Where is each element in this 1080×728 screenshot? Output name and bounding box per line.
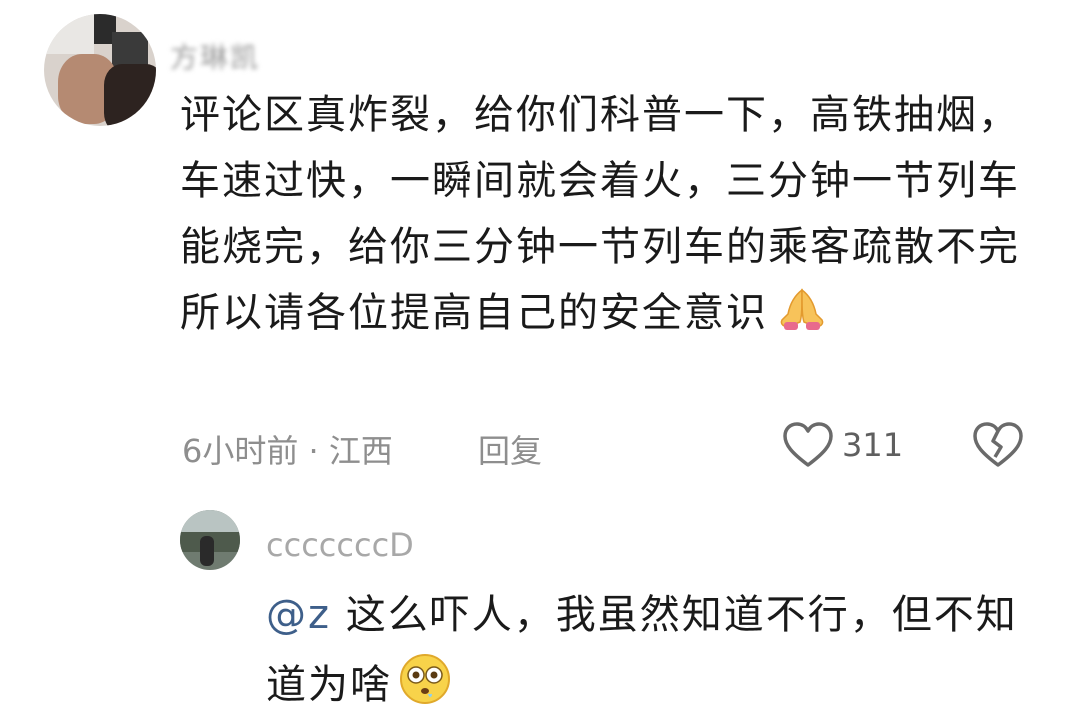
time-location: 6小时前 · 江西 xyxy=(182,432,393,470)
comment-body: 评论区真炸裂，给你们科普一下，高铁抽烟，车速过快，一瞬间就会着火，三分钟一节列车… xyxy=(180,92,1020,336)
comment-text: 评论区真炸裂，给你们科普一下，高铁抽烟，车速过快，一瞬间就会着火，三分钟一节列车… xyxy=(180,82,1020,352)
avatar[interactable] xyxy=(44,14,156,126)
reply-text: @z 这么吓人，我虽然知道不行，但不知道为啥 xyxy=(266,580,1046,728)
username-reply[interactable]: cccccccD xyxy=(266,526,414,564)
reply-body: 这么吓人，我虽然知道不行，但不知道为啥 xyxy=(266,592,1018,708)
heart-icon[interactable] xyxy=(782,421,834,473)
avatar[interactable] xyxy=(180,510,240,570)
mention-link[interactable]: @z xyxy=(266,592,331,638)
flushed-face-icon xyxy=(398,652,452,728)
username-main[interactable]: 方琳凯 xyxy=(170,36,260,76)
reply-button[interactable]: 回复 xyxy=(478,426,542,472)
folded-hands-icon xyxy=(772,286,832,352)
broken-heart-icon[interactable] xyxy=(972,421,1024,473)
like-count: 311 xyxy=(842,426,904,464)
